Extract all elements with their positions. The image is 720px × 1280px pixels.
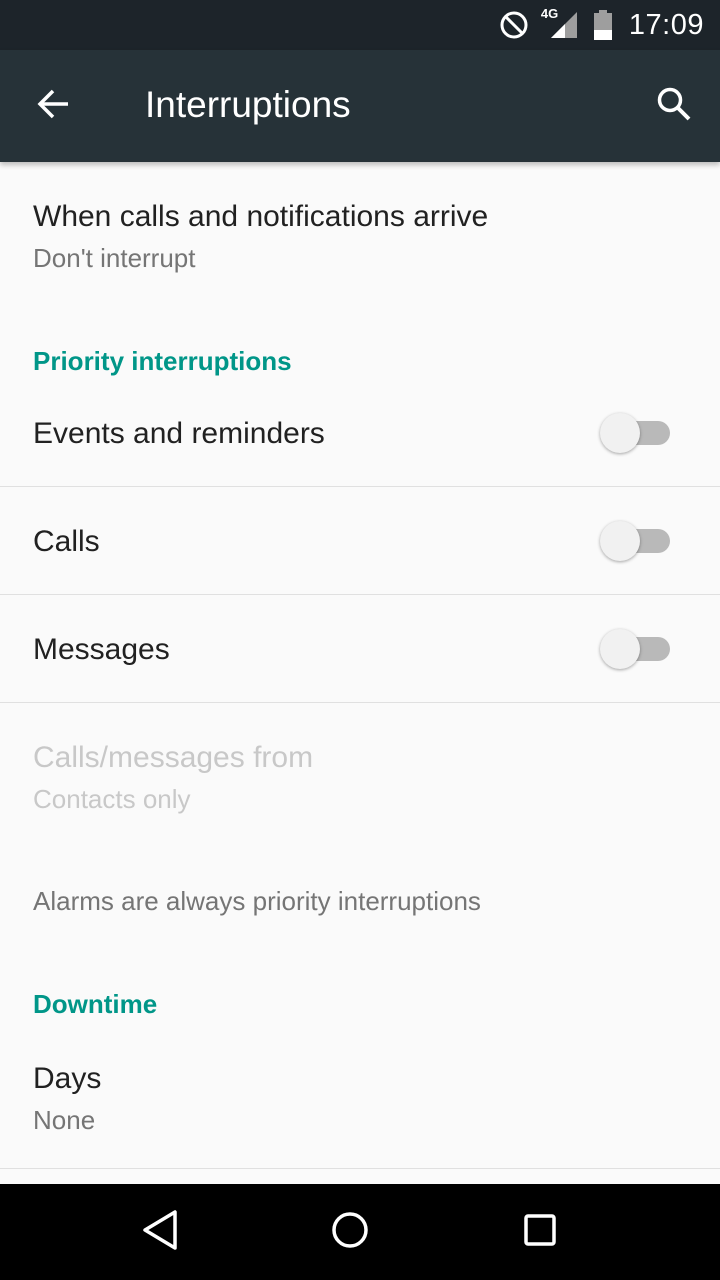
page-title: Interruptions [145,84,351,125]
nav-home-icon [330,1210,370,1255]
events-reminders-setting[interactable]: Events and reminders [0,378,720,486]
status-clock: 17:09 [628,8,704,41]
arrow-back-icon [36,86,72,127]
nav-recents-button[interactable] [510,1202,570,1262]
messages-title: Messages [33,633,170,666]
calls-messages-from-summary: Contacts only [33,784,191,814]
nav-recents-icon [522,1212,558,1253]
navigation-bar [0,1184,720,1280]
when-arrive-setting[interactable]: When calls and notifications arrive Don'… [0,162,720,288]
events-reminders-title: Events and reminders [33,417,325,450]
events-reminders-switch[interactable] [600,408,672,456]
calls-messages-from-title: Calls/messages from [33,741,314,774]
do-not-disturb-icon [499,10,529,40]
switch-thumb [600,413,640,453]
cellular-signal-icon: 4G [541,6,579,40]
days-setting[interactable]: Days None [0,1020,720,1168]
alarms-note: Alarms are always priority interruptions [33,886,481,916]
days-summary: None [33,1105,96,1135]
status-bar: 4G 17:09 [0,0,720,50]
downtime-header: Downtime [33,989,158,1019]
nav-back-icon [140,1209,180,1256]
app-bar: Interruptions [0,50,720,162]
search-icon [655,85,693,128]
messages-switch[interactable] [600,624,672,672]
when-arrive-summary: Don't interrupt [33,243,196,273]
calls-title: Calls [33,525,100,558]
messages-setting[interactable]: Messages [0,595,720,702]
switch-thumb [600,521,640,561]
switch-thumb [600,629,640,669]
network-type-label: 4G [540,6,559,21]
settings-list: When calls and notifications arrive Don'… [0,162,720,1184]
divider [0,1168,720,1169]
search-button[interactable] [642,74,706,138]
calls-setting[interactable]: Calls [0,487,720,594]
calls-switch[interactable] [600,516,672,564]
calls-messages-from-setting: Calls/messages from Contacts only [0,703,720,829]
nav-back-button[interactable] [130,1202,190,1262]
when-arrive-title: When calls and notifications arrive [33,200,489,233]
back-button[interactable] [22,74,86,138]
priority-interruptions-header: Priority interruptions [33,346,292,376]
days-title: Days [33,1062,102,1095]
battery-icon [593,10,613,40]
nav-home-button[interactable] [320,1202,380,1262]
